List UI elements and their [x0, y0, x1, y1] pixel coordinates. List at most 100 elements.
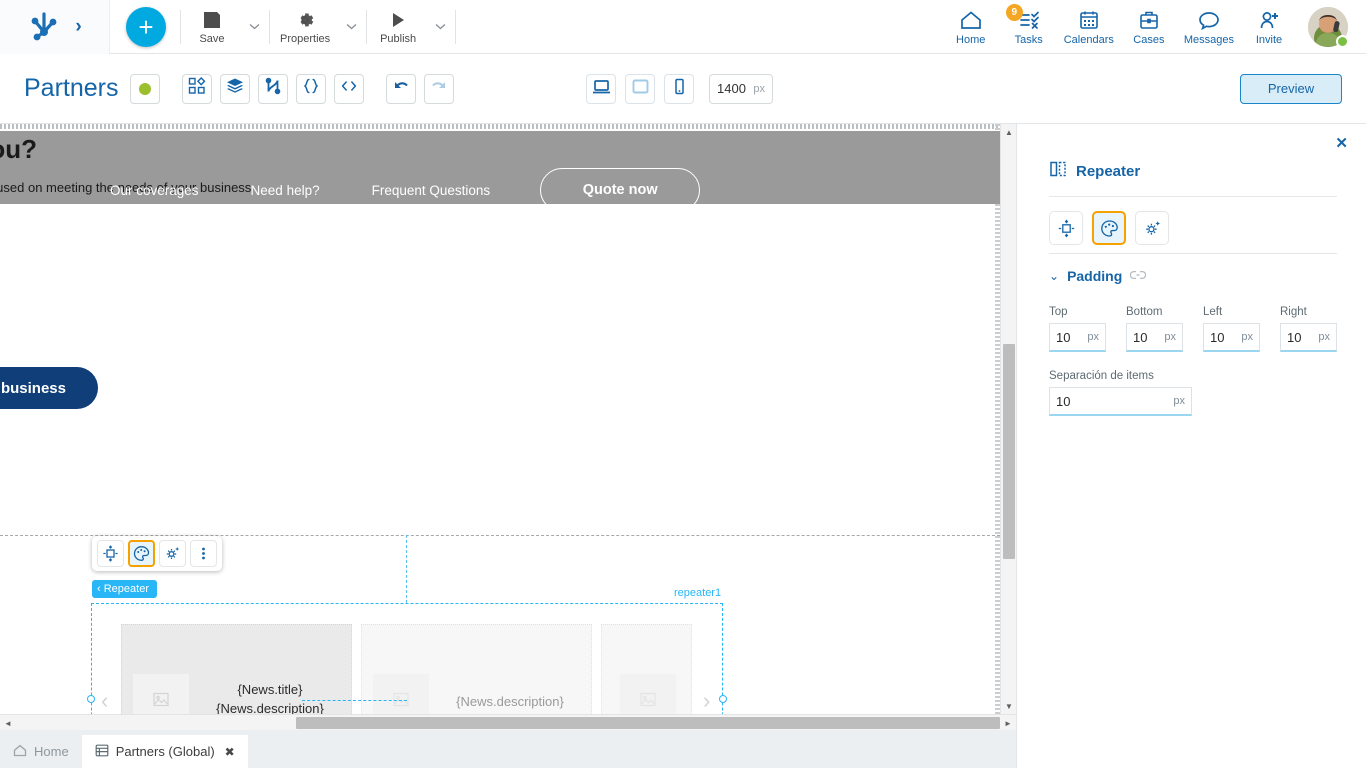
quote-now-button[interactable]: Quote now	[540, 168, 701, 204]
padding-bottom-input[interactable]: 10 px	[1126, 323, 1183, 352]
nav-invite[interactable]: Invite	[1240, 0, 1298, 54]
tab-partners-label: Partners (Global)	[115, 744, 215, 759]
nav-messages[interactable]: Messages	[1178, 0, 1240, 54]
preview-button[interactable]: Preview	[1240, 73, 1342, 104]
vertical-scroll-thumb[interactable]	[1003, 344, 1015, 559]
nav-tasks[interactable]: 9 Tasks	[1000, 0, 1058, 54]
resize-handle-right[interactable]	[719, 695, 727, 703]
item-spacing-value: 10	[1056, 393, 1071, 409]
repeater-instance-name: repeater1	[674, 587, 722, 599]
repeater-icon	[1049, 160, 1067, 183]
item-spacing-input[interactable]: 10 px	[1049, 387, 1192, 416]
canvas-horizontal-scrollbar[interactable]: ◄ ►	[0, 714, 1016, 730]
device-mobile-button[interactable]	[664, 73, 694, 104]
publish-label: Publish	[380, 33, 417, 45]
play-icon	[388, 8, 408, 30]
padding-section-label: Padding	[1067, 268, 1123, 284]
home-icon	[13, 744, 27, 760]
device-selector: 1400 px	[586, 73, 773, 104]
move-icon[interactable]	[1049, 211, 1083, 245]
save-button[interactable]: Save	[183, 2, 241, 52]
save-dropdown[interactable]	[241, 2, 267, 52]
status-dot-icon	[139, 82, 152, 95]
padding-bottom-value: 10	[1133, 329, 1148, 345]
device-tablet-button[interactable]	[625, 73, 655, 104]
move-icon[interactable]	[97, 540, 124, 567]
repeater-tag[interactable]: ‹ Repeater	[92, 580, 157, 598]
nav-calendars[interactable]: Calendars	[1058, 0, 1120, 54]
scroll-right-arrow[interactable]: ►	[1000, 715, 1016, 731]
avatar[interactable]	[1308, 6, 1349, 48]
close-icon[interactable]: ✕	[1335, 136, 1348, 151]
user-plus-icon	[1257, 8, 1281, 32]
card-title: {News.title}	[237, 682, 303, 697]
widgets-button[interactable]	[182, 73, 213, 104]
home-icon	[959, 8, 983, 32]
divider	[455, 9, 457, 44]
canvas-vertical-scrollbar[interactable]: ▲ ▼	[1000, 124, 1016, 714]
nav-messages-label: Messages	[1183, 33, 1234, 46]
repeater-card[interactable]	[601, 624, 692, 714]
repeater-tag-label: Repeater	[103, 583, 149, 595]
nav-home[interactable]: Home	[942, 0, 1000, 54]
page-status-button[interactable]	[130, 73, 161, 104]
properties-button[interactable]: Properties	[272, 2, 338, 52]
carousel-prev-arrow[interactable]: ‹	[101, 690, 108, 712]
carousel-next-arrow[interactable]: ›	[703, 690, 710, 712]
site-banner[interactable]: we offer you? e focused on meeting the n…	[0, 131, 1000, 204]
nav-tasks-label: Tasks	[1014, 33, 1043, 46]
link-icon[interactable]	[1130, 269, 1147, 283]
publish-button[interactable]: Publish	[369, 2, 427, 52]
close-icon[interactable]: ✖	[225, 745, 235, 759]
gear-icon	[295, 8, 315, 30]
design-canvas[interactable]: we offer you? e focused on meeting the n…	[0, 124, 1016, 714]
properties-label: Properties	[280, 33, 331, 45]
canvas-width-input[interactable]: 1400 px	[709, 73, 773, 104]
palette-icon[interactable]	[128, 540, 155, 567]
banner-link-faq[interactable]: Frequent Questions	[372, 183, 491, 198]
tab-partners-global[interactable]: Partners (Global) ✖	[81, 735, 248, 768]
undo-button[interactable]	[386, 73, 417, 104]
canvas-page: we offer you? e focused on meeting the n…	[0, 124, 1000, 714]
business-pill-button[interactable]: business	[0, 367, 98, 409]
settings-sparkle-icon[interactable]	[159, 540, 186, 567]
nav-cases[interactable]: Cases	[1120, 0, 1178, 54]
card-description: {News.description}	[216, 701, 324, 714]
horizontal-scroll-thumb[interactable]	[296, 717, 1000, 729]
padding-section-header[interactable]: ⌄ Padding	[1049, 268, 1147, 284]
padding-left-input[interactable]: 10 px	[1203, 323, 1260, 352]
canvas-width-unit: px	[753, 82, 765, 95]
settings-sparkle-icon[interactable]	[1135, 211, 1169, 245]
resize-handle-left[interactable]	[87, 695, 95, 703]
palette-icon[interactable]	[1092, 211, 1126, 245]
padding-top-input[interactable]: 10 px	[1049, 323, 1106, 352]
scroll-down-arrow[interactable]: ▼	[1001, 698, 1017, 714]
code-button[interactable]	[334, 73, 365, 104]
scroll-up-arrow[interactable]: ▲	[1001, 124, 1017, 140]
properties-dropdown[interactable]	[338, 2, 364, 52]
divider	[1049, 253, 1337, 254]
divider	[366, 9, 368, 44]
device-desktop-button[interactable]	[586, 73, 616, 104]
layers-button[interactable]	[220, 73, 251, 104]
banner-link-coverages[interactable]: Our coverages	[110, 183, 199, 198]
braces-button[interactable]	[296, 73, 327, 104]
more-vertical-icon[interactable]	[190, 540, 217, 567]
scroll-left-arrow[interactable]: ◄	[0, 715, 16, 731]
tab-home[interactable]: Home	[0, 735, 82, 768]
padding-right-input[interactable]: 10 px	[1280, 323, 1337, 352]
bonita-logo-icon[interactable]	[27, 11, 61, 42]
dataflow-icon	[264, 77, 282, 100]
layers-icon	[226, 77, 244, 100]
add-button[interactable]: +	[126, 6, 166, 47]
redo-button[interactable]	[424, 73, 455, 104]
properties-panel: ✕ Repeater ⌄ Padding Top 10 px Bottom 10…	[1016, 124, 1366, 768]
banner-link-help[interactable]: Need help?	[251, 183, 320, 198]
padding-right-label: Right	[1280, 306, 1307, 318]
mobile-icon	[670, 78, 689, 100]
publish-dropdown[interactable]	[427, 2, 453, 52]
padding-right-field: Right 10 px	[1280, 306, 1337, 352]
chevron-right-icon[interactable]: ›	[75, 17, 81, 36]
padding-left-label: Left	[1203, 306, 1223, 318]
dataflow-button[interactable]	[258, 73, 289, 104]
